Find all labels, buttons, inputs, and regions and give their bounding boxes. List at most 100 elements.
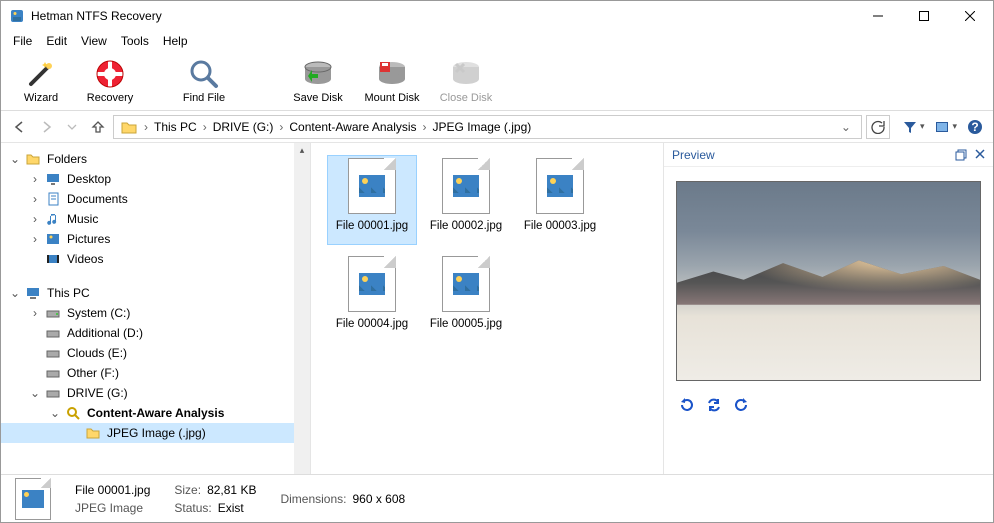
- file-thumb-icon: [536, 158, 584, 214]
- tree-drive-d[interactable]: Additional (D:): [65, 326, 143, 340]
- view-button[interactable]: ▾: [932, 117, 959, 137]
- file-item[interactable]: File 00003.jpg: [515, 155, 605, 245]
- restore-pane-icon[interactable]: [955, 149, 967, 161]
- rotate-right-icon[interactable]: [734, 397, 750, 413]
- save-disk-button[interactable]: Save Disk: [281, 53, 355, 109]
- preview-image: [676, 181, 981, 381]
- menu-file[interactable]: File: [7, 32, 38, 50]
- find-file-button[interactable]: Find File: [167, 53, 241, 109]
- tree-music[interactable]: Music: [65, 212, 98, 226]
- rotate-both-icon[interactable]: [706, 397, 722, 413]
- svg-text:?: ?: [971, 120, 978, 134]
- folder-tree: ⌄ Folders › Desktop › Documents › Music › Pic…: [1, 143, 311, 474]
- menu-help[interactable]: Help: [157, 32, 194, 50]
- menu-edit[interactable]: Edit: [40, 32, 73, 50]
- caret-down-icon[interactable]: ⌄: [49, 406, 61, 420]
- breadcrumb-dropdown-icon[interactable]: ⌄: [835, 120, 857, 134]
- tree-folders[interactable]: Folders: [45, 152, 87, 166]
- tree-documents[interactable]: Documents: [65, 192, 128, 206]
- file-name: File 00003.jpg: [524, 220, 596, 232]
- crumb-drive[interactable]: DRIVE (G:): [209, 120, 278, 134]
- breadcrumb[interactable]: › This PC› DRIVE (G:)› Content-Aware Ana…: [113, 115, 862, 139]
- caret-right-icon[interactable]: ›: [29, 306, 41, 320]
- tree-drive-f[interactable]: Other (F:): [65, 366, 119, 380]
- caret-down-icon[interactable]: ⌄: [29, 386, 41, 400]
- refresh-button[interactable]: [866, 115, 890, 139]
- file-name: File 00002.jpg: [430, 220, 502, 232]
- tree-analysis[interactable]: Content-Aware Analysis: [85, 406, 224, 420]
- tree-drive-e[interactable]: Clouds (E:): [65, 346, 127, 360]
- find-label: Find File: [183, 92, 225, 104]
- mount-disk-button[interactable]: Mount Disk: [355, 53, 429, 109]
- close-pane-icon[interactable]: [975, 149, 985, 161]
- videos-icon: [45, 251, 61, 267]
- menu-tools[interactable]: Tools: [115, 32, 155, 50]
- chevron-down-icon: ▾: [920, 121, 925, 132]
- file-thumb-icon: [442, 158, 490, 214]
- status-dim-value: 960 x 608: [352, 492, 405, 506]
- caret-down-icon[interactable]: ⌄: [9, 152, 21, 166]
- crumb-thispc[interactable]: This PC: [150, 120, 201, 134]
- music-icon: [45, 211, 61, 227]
- maximize-button[interactable]: [901, 1, 947, 31]
- chevron-down-icon: ▾: [952, 121, 957, 132]
- save-label: Save Disk: [293, 92, 343, 104]
- folder-icon: [25, 151, 41, 167]
- close-button[interactable]: [947, 1, 993, 31]
- nav-up-button[interactable]: [87, 116, 109, 138]
- rotate-left-icon[interactable]: [678, 397, 694, 413]
- filter-button[interactable]: ▾: [900, 117, 927, 137]
- caret-right-icon[interactable]: ›: [29, 172, 41, 186]
- file-item[interactable]: File 00001.jpg: [327, 155, 417, 245]
- status-file-type: JPEG Image: [75, 501, 150, 515]
- caret-right-icon[interactable]: ›: [29, 192, 41, 206]
- file-item[interactable]: File 00004.jpg: [327, 253, 417, 343]
- tree-scrollbar[interactable]: ▴: [294, 143, 310, 474]
- recovery-label: Recovery: [87, 92, 133, 104]
- pictures-icon: [45, 231, 61, 247]
- folder-icon: [85, 425, 101, 441]
- tree-drive-g[interactable]: DRIVE (G:): [65, 386, 128, 400]
- drive-icon: [45, 345, 61, 361]
- tree-drive-c[interactable]: System (C:): [65, 306, 130, 320]
- magnifier-icon: [188, 58, 220, 90]
- crumb-analysis[interactable]: Content-Aware Analysis: [285, 120, 420, 134]
- caret-right-icon[interactable]: ›: [29, 232, 41, 246]
- minimize-button[interactable]: [855, 1, 901, 31]
- wizard-label: Wizard: [24, 92, 58, 104]
- nav-forward-button[interactable]: [35, 116, 57, 138]
- nav-history-button[interactable]: [61, 116, 83, 138]
- file-item[interactable]: File 00005.jpg: [421, 253, 511, 343]
- tree-desktop[interactable]: Desktop: [65, 172, 111, 186]
- caret-down-icon[interactable]: ⌄: [9, 286, 21, 300]
- mount-disk-icon: [376, 58, 408, 90]
- drive-icon: [45, 325, 61, 341]
- tree-pictures[interactable]: Pictures: [65, 232, 110, 246]
- nav-back-button[interactable]: [9, 116, 31, 138]
- lifebuoy-icon: [94, 58, 126, 90]
- folder-icon: [120, 118, 138, 136]
- file-name: File 00004.jpg: [336, 318, 408, 330]
- status-size-value: 82,81 KB: [207, 483, 256, 497]
- file-grid: File 00001.jpg File 00002.jpg File 00003…: [311, 143, 663, 474]
- wizard-button[interactable]: Wizard: [9, 53, 73, 109]
- status-thumb-icon: [15, 478, 51, 520]
- menu-view[interactable]: View: [75, 32, 113, 50]
- crumb-jpeg[interactable]: JPEG Image (.jpg): [429, 120, 536, 134]
- funnel-icon: [902, 119, 918, 135]
- tree-jpeg[interactable]: JPEG Image (.jpg): [105, 426, 206, 440]
- view-icon: [934, 119, 950, 135]
- tree-videos[interactable]: Videos: [65, 252, 103, 266]
- mount-label: Mount Disk: [364, 92, 419, 104]
- recovery-button[interactable]: Recovery: [73, 53, 147, 109]
- title-bar: Hetman NTFS Recovery: [1, 1, 993, 31]
- file-item[interactable]: File 00002.jpg: [421, 155, 511, 245]
- tree-thispc[interactable]: This PC: [45, 286, 90, 300]
- save-disk-icon: [302, 58, 334, 90]
- file-thumb-icon: [348, 256, 396, 312]
- desktop-icon: [45, 171, 61, 187]
- file-thumb-icon: [442, 256, 490, 312]
- drive-icon: [45, 365, 61, 381]
- help-button[interactable]: ?: [965, 117, 985, 137]
- caret-right-icon[interactable]: ›: [29, 212, 41, 226]
